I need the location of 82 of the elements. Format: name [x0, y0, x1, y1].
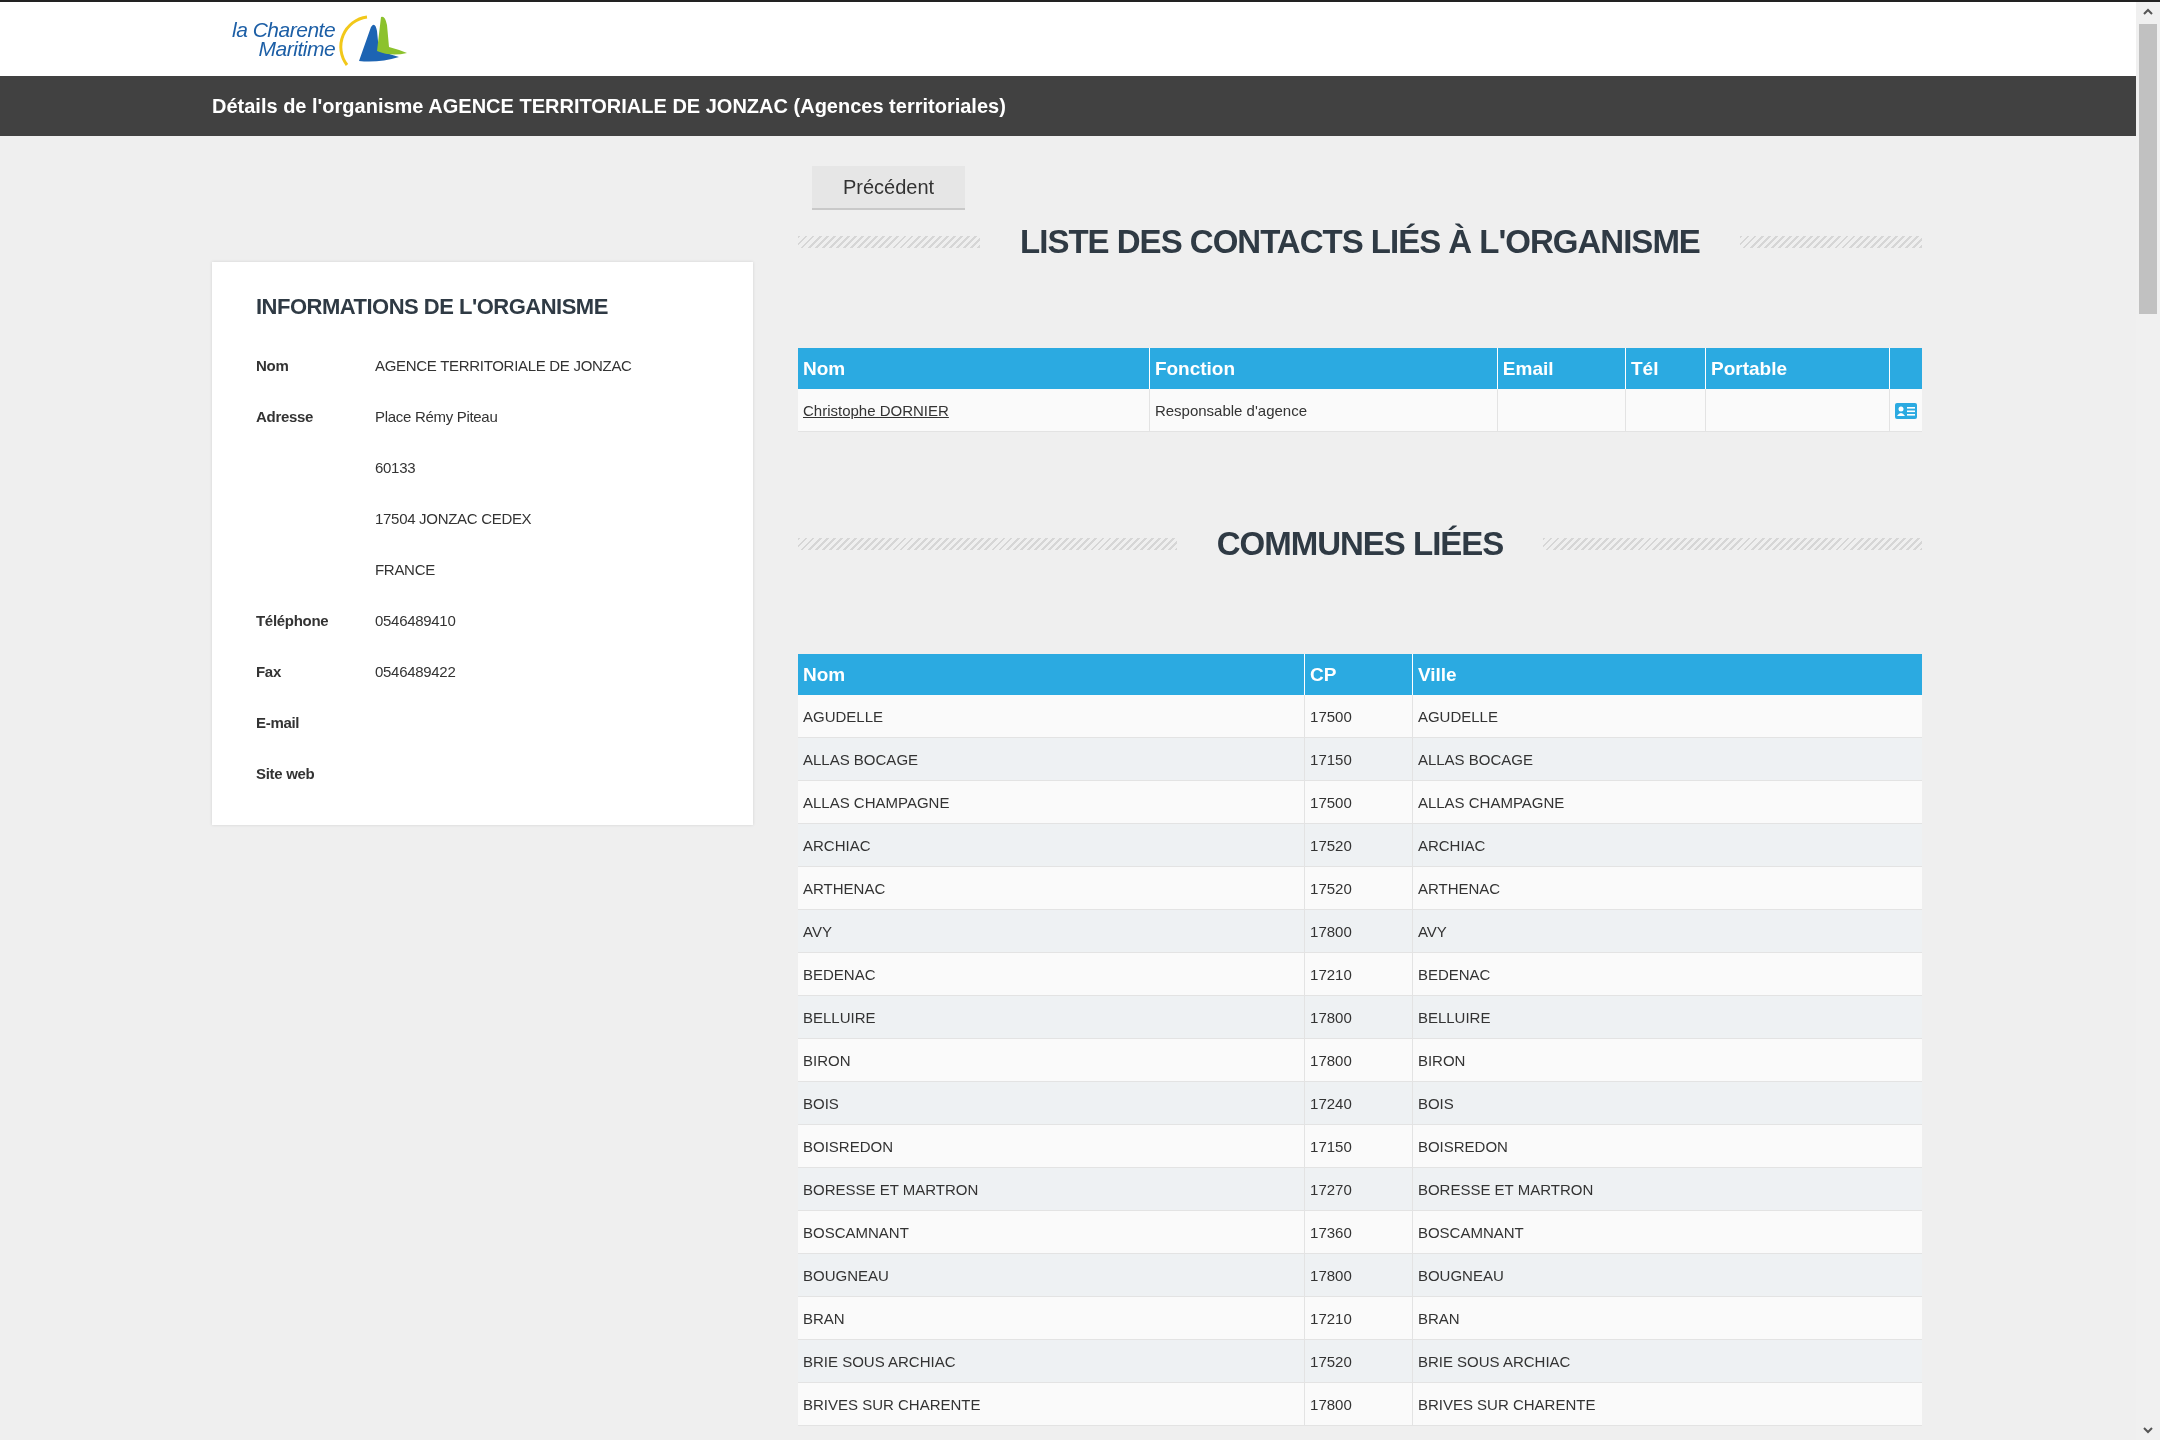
field-label: Téléphone	[256, 612, 330, 629]
table-cell: BRIVES SUR CHARENTE	[1412, 1382, 1922, 1426]
table-cell: BRIE SOUS ARCHIAC	[1412, 1339, 1922, 1383]
table-cell: 17500	[1304, 695, 1413, 738]
field-value: 0546489410	[375, 612, 456, 629]
table-cell: 17520	[1304, 866, 1413, 910]
table-cell: BIRON	[1412, 1038, 1922, 1082]
table-cell: 17240	[1304, 1081, 1413, 1125]
page-title: Détails de l'organisme AGENCE TERRITORIALE DE JONZAC (Agences territoriales)	[212, 94, 1006, 118]
table-cell: BRAN	[798, 1296, 1305, 1340]
contact-link[interactable]: Christophe DORNIER	[803, 401, 949, 419]
table-cell: ALLAS CHAMPAGNE	[1412, 780, 1922, 824]
table-cell: AVY	[1412, 909, 1922, 953]
column-header: Portable	[1705, 348, 1890, 389]
table-cell: AGUDELLE	[798, 695, 1305, 738]
column-header: Nom	[798, 348, 1150, 389]
table-cell: BOIS	[798, 1081, 1305, 1125]
table-cell: ARCHIAC	[1412, 823, 1922, 867]
table-cell: ARTHENAC	[798, 866, 1305, 910]
field-value: 17504 JONZAC CEDEX	[375, 510, 532, 527]
table-cell: BOUGNEAU	[1412, 1253, 1922, 1297]
field-label: Site web	[256, 765, 316, 782]
contact-card-icon[interactable]	[1895, 403, 1917, 419]
table-cell: Responsable d'agence	[1149, 389, 1498, 432]
table-cell: AGUDELLE	[1412, 695, 1922, 738]
table-cell: BELLUIRE	[798, 995, 1305, 1039]
table-cell: 17150	[1304, 737, 1413, 781]
column-header: Nom	[798, 654, 1305, 695]
table-cell: 17520	[1304, 823, 1413, 867]
table-cell: BORESSE ET MARTRON	[1412, 1167, 1922, 1211]
table-cell: BEDENAC	[1412, 952, 1922, 996]
table-cell: BORESSE ET MARTRON	[798, 1167, 1305, 1211]
table-cell: BOUGNEAU	[798, 1253, 1305, 1297]
field-value: 0546489422	[375, 663, 456, 680]
field-value: 60133	[375, 459, 416, 476]
field-label: Nom	[256, 357, 290, 374]
table-cell: 17210	[1304, 1296, 1413, 1340]
logo: la Charente Maritime	[232, 11, 414, 67]
table-cell: BEDENAC	[798, 952, 1305, 996]
table-cell: 17800	[1304, 909, 1413, 953]
table-cell: 17150	[1304, 1124, 1413, 1168]
section-heading: LISTE DES CONTACTS LIÉS À L'ORGANISME	[1020, 223, 1700, 261]
table-cell: 17520	[1304, 1339, 1413, 1383]
table-cell: ARCHIAC	[798, 823, 1305, 867]
column-header: Tél	[1625, 348, 1706, 389]
table-cell: ALLAS BOCAGE	[1412, 737, 1922, 781]
table-cell: ARTHENAC	[1412, 866, 1922, 910]
field-value: FRANCE	[375, 561, 435, 578]
table-cell: 17500	[1304, 780, 1413, 824]
table-cell: 17800	[1304, 1382, 1413, 1426]
table-cell: BIRON	[798, 1038, 1305, 1082]
field-value: Place Rémy Piteau	[375, 408, 498, 425]
card-title: INFORMATIONS DE L'ORGANISME	[256, 294, 609, 320]
table-cell: ALLAS BOCAGE	[798, 737, 1305, 781]
table-cell: 17210	[1304, 952, 1413, 996]
column-header: Email	[1497, 348, 1626, 389]
table-cell: BOIS	[1412, 1081, 1922, 1125]
table-cell: BRAN	[1412, 1296, 1922, 1340]
table-cell: ALLAS CHAMPAGNE	[798, 780, 1305, 824]
table-cell: BRIE SOUS ARCHIAC	[798, 1339, 1305, 1383]
scrollbar-thumb[interactable]	[2139, 24, 2157, 314]
table-cell: 17800	[1304, 1253, 1413, 1297]
field-label: Adresse	[256, 408, 315, 425]
table-cell: BRIVES SUR CHARENTE	[798, 1382, 1305, 1426]
field-label: Fax	[256, 663, 282, 680]
table-cell: 17800	[1304, 995, 1413, 1039]
table-cell: BOSCAMNANT	[798, 1210, 1305, 1254]
table-cell: BOISREDON	[798, 1124, 1305, 1168]
column-header: Fonction	[1149, 348, 1498, 389]
section-heading: COMMUNES LIÉES	[1216, 525, 1504, 563]
table-cell: 17800	[1304, 1038, 1413, 1082]
table-cell: BOSCAMNANT	[1412, 1210, 1922, 1254]
table-cell: 17270	[1304, 1167, 1413, 1211]
table-cell: BELLUIRE	[1412, 995, 1922, 1039]
field-value: AGENCE TERRITORIALE DE JONZAC	[375, 357, 632, 374]
column-header: CP	[1304, 654, 1413, 695]
column-header: Ville	[1412, 654, 1922, 695]
table-cell: BOISREDON	[1412, 1124, 1922, 1168]
previous-button[interactable]: Précédent	[812, 166, 965, 210]
table-cell: AVY	[798, 909, 1305, 953]
table-cell: 17360	[1304, 1210, 1413, 1254]
field-label: E-mail	[256, 714, 301, 731]
